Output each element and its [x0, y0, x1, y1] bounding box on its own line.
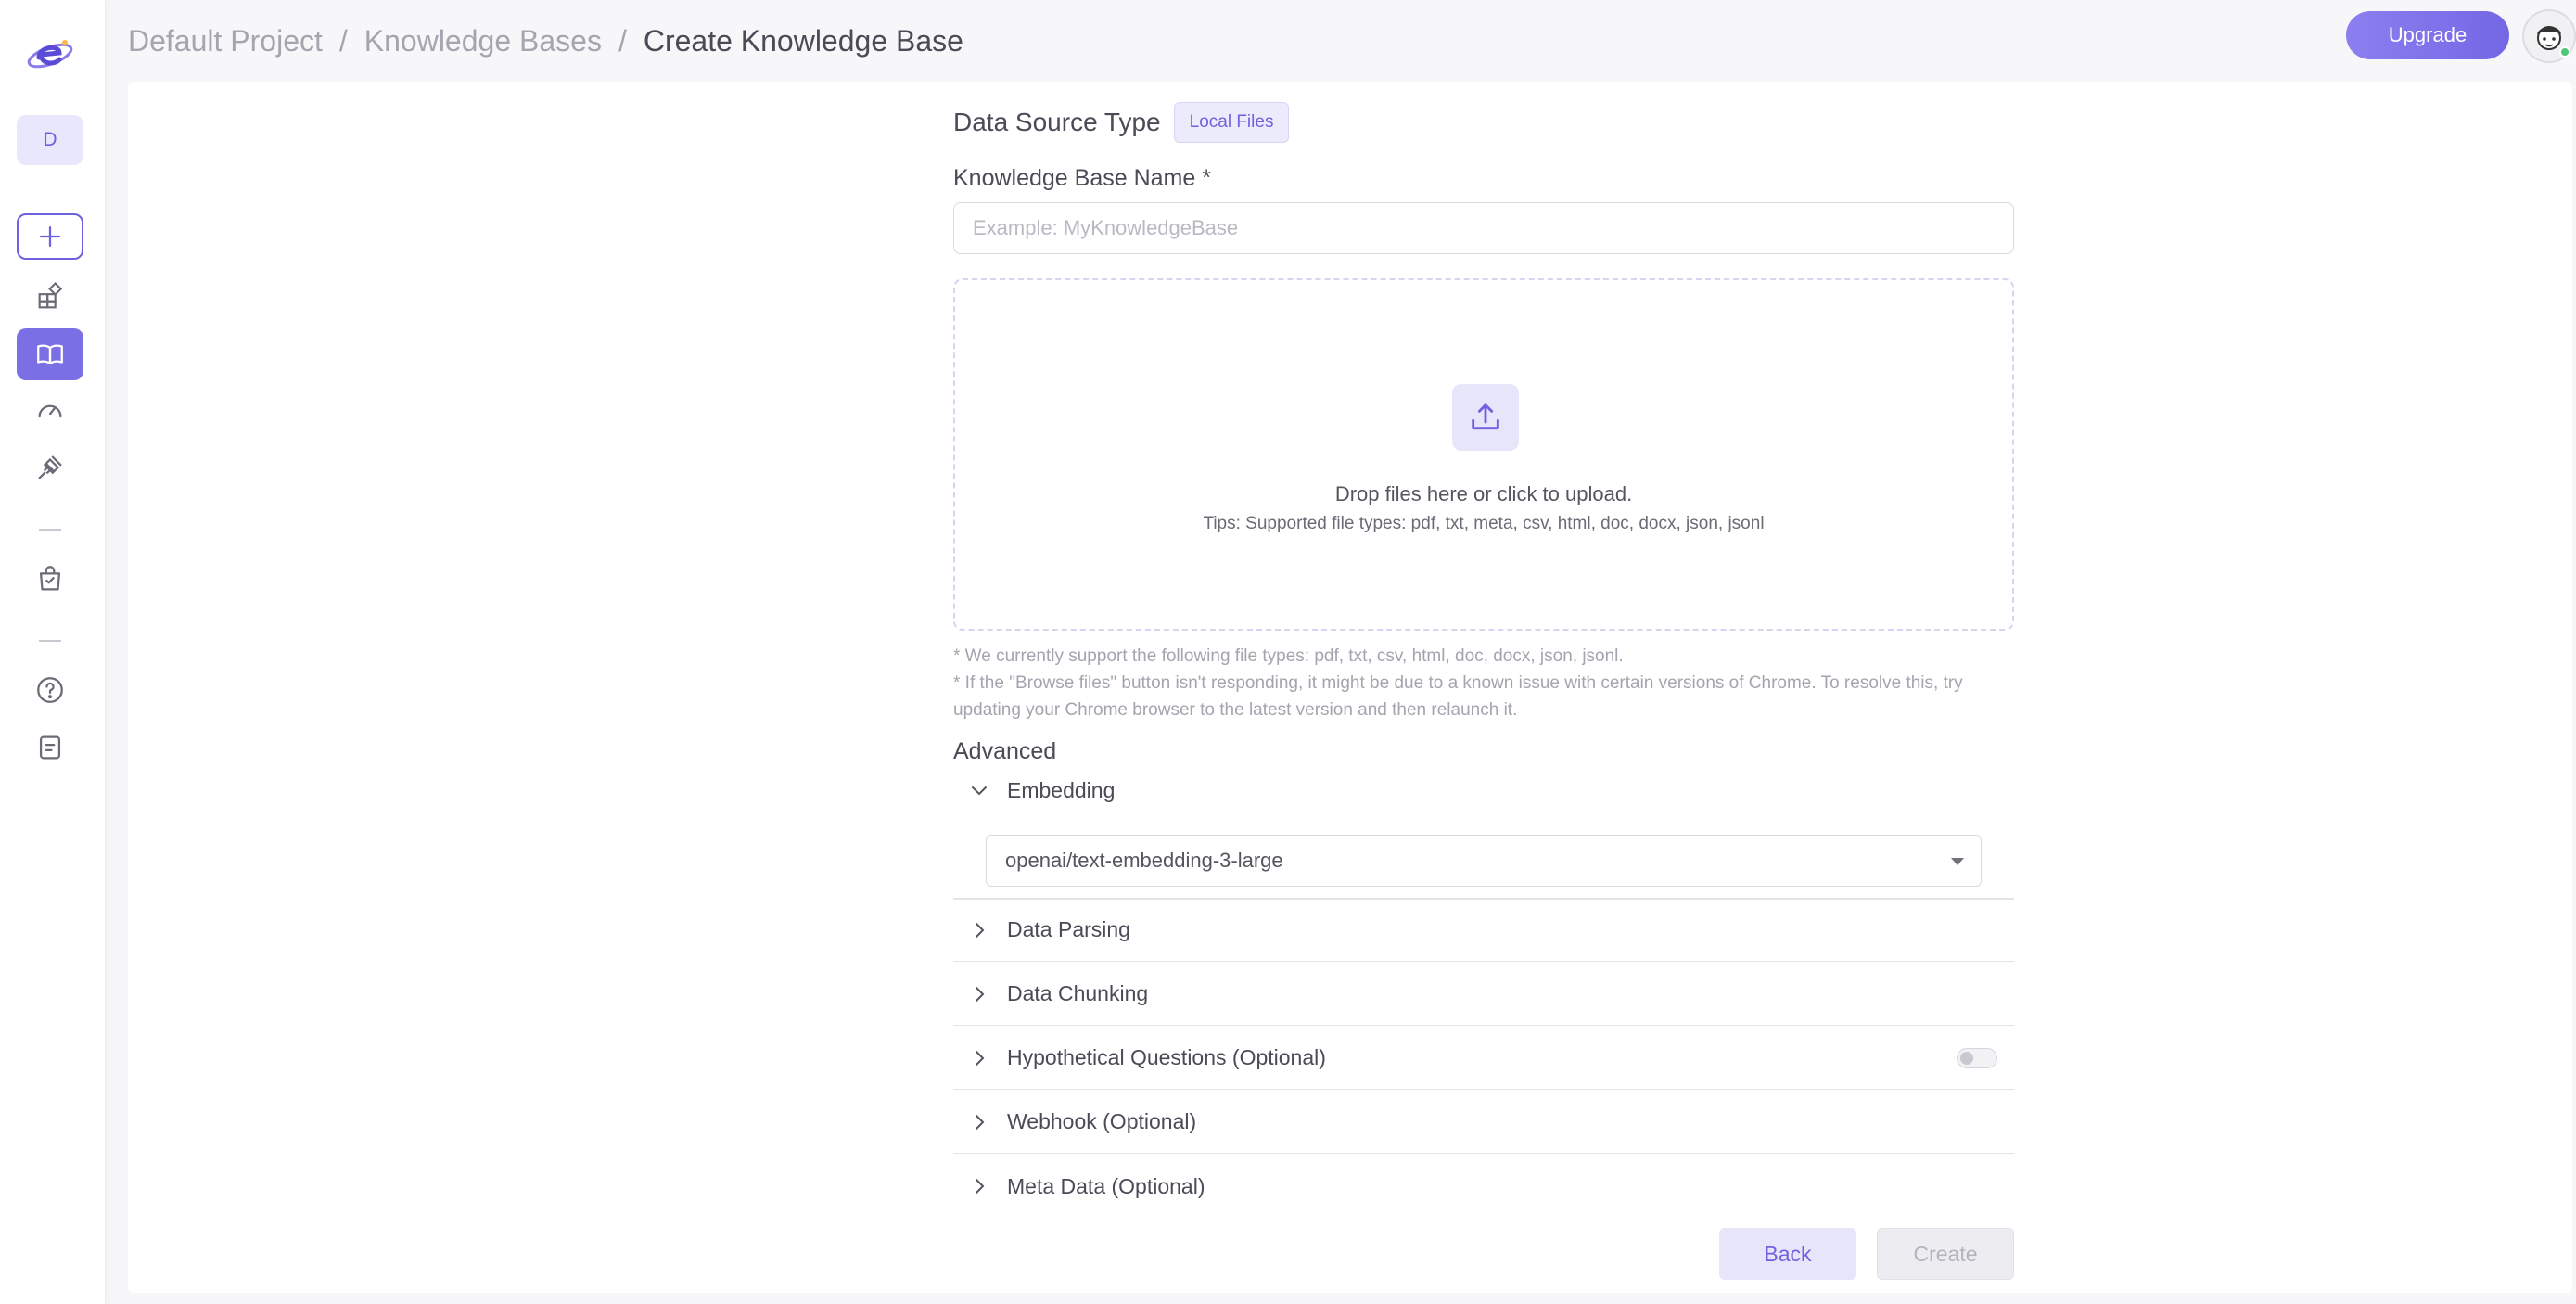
book-icon [37, 344, 63, 365]
sidebar-item-store[interactable] [17, 553, 83, 605]
main-card: Data Source Type Local Files Knowledge B… [128, 82, 2572, 1293]
apps-icon [38, 281, 63, 309]
toggle-knob [1960, 1052, 1973, 1065]
upgrade-button[interactable]: Upgrade [2346, 11, 2509, 59]
online-status-dot [2559, 46, 2570, 58]
accordion-embedding[interactable]: Embedding [953, 764, 1115, 816]
accordion-title: Embedding [1007, 777, 1116, 802]
accordion-data-chunking[interactable]: Data Chunking [953, 963, 2014, 1026]
chevron-down-icon [972, 786, 987, 796]
chevron-right-icon [976, 1179, 985, 1194]
project-switcher-button[interactable]: D [17, 115, 83, 165]
sidebar-item-dashboard[interactable] [17, 384, 83, 436]
file-dropzone[interactable]: Drop files here or click to upload. Tips… [953, 278, 2014, 631]
chevron-right-icon [976, 1114, 985, 1130]
upload-icon [1472, 403, 1499, 430]
kb-name-label: Knowledge Base Name * [953, 165, 1211, 191]
back-button[interactable]: Back [1719, 1228, 1856, 1280]
create-button[interactable]: Create [1877, 1228, 2014, 1280]
chevron-right-icon [976, 922, 985, 938]
data-source-label: Data Source Type [953, 108, 1161, 136]
sidebar-item-apps[interactable] [17, 271, 83, 323]
help-icon [37, 677, 63, 703]
document-icon [39, 735, 61, 760]
embedding-model-select[interactable]: openai/text-embedding-3-large [986, 835, 1982, 887]
browser-issue-note: * If the "Browse files" button isn't res… [953, 673, 1963, 720]
sidebar-item-knowledge-bases[interactable] [17, 328, 83, 380]
accordion-webhook[interactable]: Webhook (Optional) [953, 1091, 2014, 1154]
sidebar-divider [39, 640, 61, 642]
gauge-icon [38, 404, 62, 418]
data-source-row: Data Source Type Local Files [953, 102, 1290, 143]
sidebar: D [0, 0, 106, 1304]
sidebar-item-docs[interactable] [17, 722, 83, 773]
file-type-note: * We currently support the following fil… [953, 646, 1624, 666]
avatar[interactable] [2522, 9, 2576, 63]
sidebar-item-help[interactable] [17, 664, 83, 716]
breadcrumb: Default Project / Knowledge Bases / Crea… [128, 20, 963, 61]
breadcrumb-current: Create Knowledge Base [643, 23, 963, 58]
accordion-hypothetical-questions[interactable]: Hypothetical Questions (Optional) [953, 1027, 2014, 1090]
breadcrumb-knowledge-bases[interactable]: Knowledge Bases [364, 24, 602, 58]
plus-icon [39, 225, 61, 248]
kb-name-input[interactable] [953, 202, 2014, 254]
breadcrumb-separator: / [338, 23, 348, 58]
bag-icon [39, 566, 61, 591]
accordion-title: Hypothetical Questions (Optional) [1007, 1045, 1326, 1069]
embedding-model-value: openai/text-embedding-3-large [1005, 849, 1283, 872]
accordion-title: Webhook (Optional) [1007, 1109, 1197, 1133]
dropzone-tip: Tips: Supported file types: pdf, txt, me… [1203, 514, 1765, 533]
accordion-title: Meta Data (Optional) [1007, 1173, 1205, 1198]
app-logo-icon[interactable] [24, 28, 76, 80]
chevron-right-icon [976, 986, 985, 1002]
breadcrumb-project[interactable]: Default Project [128, 24, 323, 58]
accordion-meta-data[interactable]: Meta Data (Optional) [953, 1155, 2014, 1218]
accordion-title: Data Chunking [1007, 981, 1149, 1005]
chevron-right-icon [976, 1050, 985, 1066]
dropzone-text: Drop files here or click to upload. [1334, 482, 1633, 505]
accordion-data-parsing[interactable]: Data Parsing [953, 899, 2014, 962]
data-source-tag[interactable]: Local Files [1173, 102, 1290, 143]
hypothetical-questions-toggle[interactable] [1957, 1048, 1997, 1068]
project-initial: D [43, 129, 57, 150]
breadcrumb-separator: / [618, 23, 627, 58]
new-item-button[interactable] [17, 213, 83, 260]
sidebar-item-integrations[interactable] [17, 441, 83, 493]
advanced-label: Advanced [953, 738, 1057, 764]
upload-button[interactable] [1452, 384, 1519, 451]
caret-down-icon [1951, 858, 1964, 865]
sidebar-divider [39, 529, 61, 531]
plug-icon [38, 455, 62, 479]
accordion-title: Data Parsing [1007, 917, 1130, 941]
